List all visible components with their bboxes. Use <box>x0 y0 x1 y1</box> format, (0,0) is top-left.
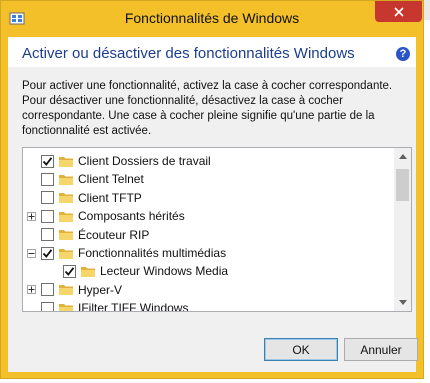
expand-button[interactable] <box>27 211 36 221</box>
collapse-button[interactable] <box>27 248 36 258</box>
folder-icon <box>59 174 73 185</box>
plus-icon <box>28 286 35 293</box>
feature-label: Client Dossiers de travail <box>78 154 211 168</box>
help-icon[interactable]: ? <box>396 47 410 61</box>
close-icon <box>393 6 404 17</box>
minus-icon <box>28 252 35 254</box>
feature-row[interactable]: Client TFTP <box>27 189 142 207</box>
feature-checkbox[interactable] <box>41 228 54 242</box>
feature-label: Client Telnet <box>78 172 144 187</box>
description-line: Pour désactiver une fonctionnalité, désa… <box>22 95 343 107</box>
folder-icon <box>59 248 73 259</box>
description-line: correspondante. Une case à cocher pleine… <box>22 110 375 122</box>
checkmark-icon <box>42 248 53 258</box>
ok-button[interactable]: OK <box>264 338 338 361</box>
feature-label: Écouteur RIP <box>78 227 150 242</box>
chevron-up-icon <box>398 154 407 159</box>
folder-icon <box>59 211 73 222</box>
feature-checkbox[interactable] <box>41 154 54 168</box>
feature-checkbox[interactable] <box>41 246 54 260</box>
feature-checkbox[interactable] <box>41 209 54 223</box>
feature-checkbox[interactable] <box>41 301 54 311</box>
feature-row[interactable]: Client Dossiers de travail <box>27 152 211 170</box>
chevron-down-icon <box>398 300 407 305</box>
feature-row[interactable]: Lecteur Windows Media <box>49 262 228 280</box>
feature-row[interactable]: Composants hérités <box>27 207 185 225</box>
scroll-thumb[interactable] <box>396 169 409 201</box>
feature-label: Hyper-V <box>78 282 123 297</box>
window-title: Fonctionnalités de Windows <box>124 10 300 26</box>
scroll-up-button[interactable] <box>394 148 411 165</box>
title-bar: Fonctionnalités de Windows <box>1 1 423 37</box>
description-line: fonctionnalité est activée. <box>22 125 152 137</box>
checkmark-icon <box>64 267 75 276</box>
expand-button[interactable] <box>27 285 36 295</box>
dialog-body: Activer ou désactiver des fonctionnalité… <box>8 37 418 372</box>
folder-icon <box>81 266 95 277</box>
folder-icon <box>59 193 73 204</box>
description-line: Pour activer une fonctionnalité, activez… <box>22 80 393 92</box>
feature-checkbox[interactable] <box>63 264 76 278</box>
folder-icon <box>59 156 73 167</box>
feature-label: Fonctionnalités multimédias <box>78 246 227 260</box>
feature-label: Lecteur Windows Media <box>100 264 229 279</box>
folder-icon <box>59 285 73 296</box>
vertical-scrollbar[interactable] <box>394 148 411 311</box>
feature-row[interactable]: Hyper-V <box>27 281 122 299</box>
folder-icon <box>59 303 73 311</box>
features-dialog: Fonctionnalités de Windows Activer ou dé… <box>0 0 424 379</box>
feature-row[interactable]: Client Telnet <box>27 170 144 188</box>
description-text: Pour activer une fonctionnalité, activez… <box>22 79 412 139</box>
scroll-down-button[interactable] <box>394 294 411 311</box>
feature-label: Client TFTP <box>78 190 142 205</box>
feature-label: IFilter TIFF Windows <box>78 301 189 312</box>
feature-checkbox[interactable] <box>41 172 54 186</box>
features-tree[interactable]: Client Dossiers de travail Client Telnet C… <box>22 147 412 312</box>
feature-label: Composants hérités <box>78 209 185 224</box>
header-area: Activer ou désactiver des fonctionnalité… <box>8 37 416 67</box>
cancel-button[interactable]: Annuler <box>344 338 418 361</box>
folder-icon <box>59 230 73 241</box>
dialog-heading: Activer ou désactiver des fonctionnalité… <box>22 45 355 62</box>
feature-checkbox[interactable] <box>41 191 54 205</box>
feature-row[interactable]: IFilter TIFF Windows <box>27 299 189 312</box>
checkmark-icon <box>42 156 53 166</box>
feature-checkbox[interactable] <box>41 283 54 297</box>
close-button[interactable] <box>375 1 422 22</box>
plus-icon <box>28 213 35 220</box>
feature-row[interactable]: Fonctionnalités multimédias <box>27 244 226 262</box>
feature-row[interactable]: Écouteur RIP <box>27 226 149 244</box>
